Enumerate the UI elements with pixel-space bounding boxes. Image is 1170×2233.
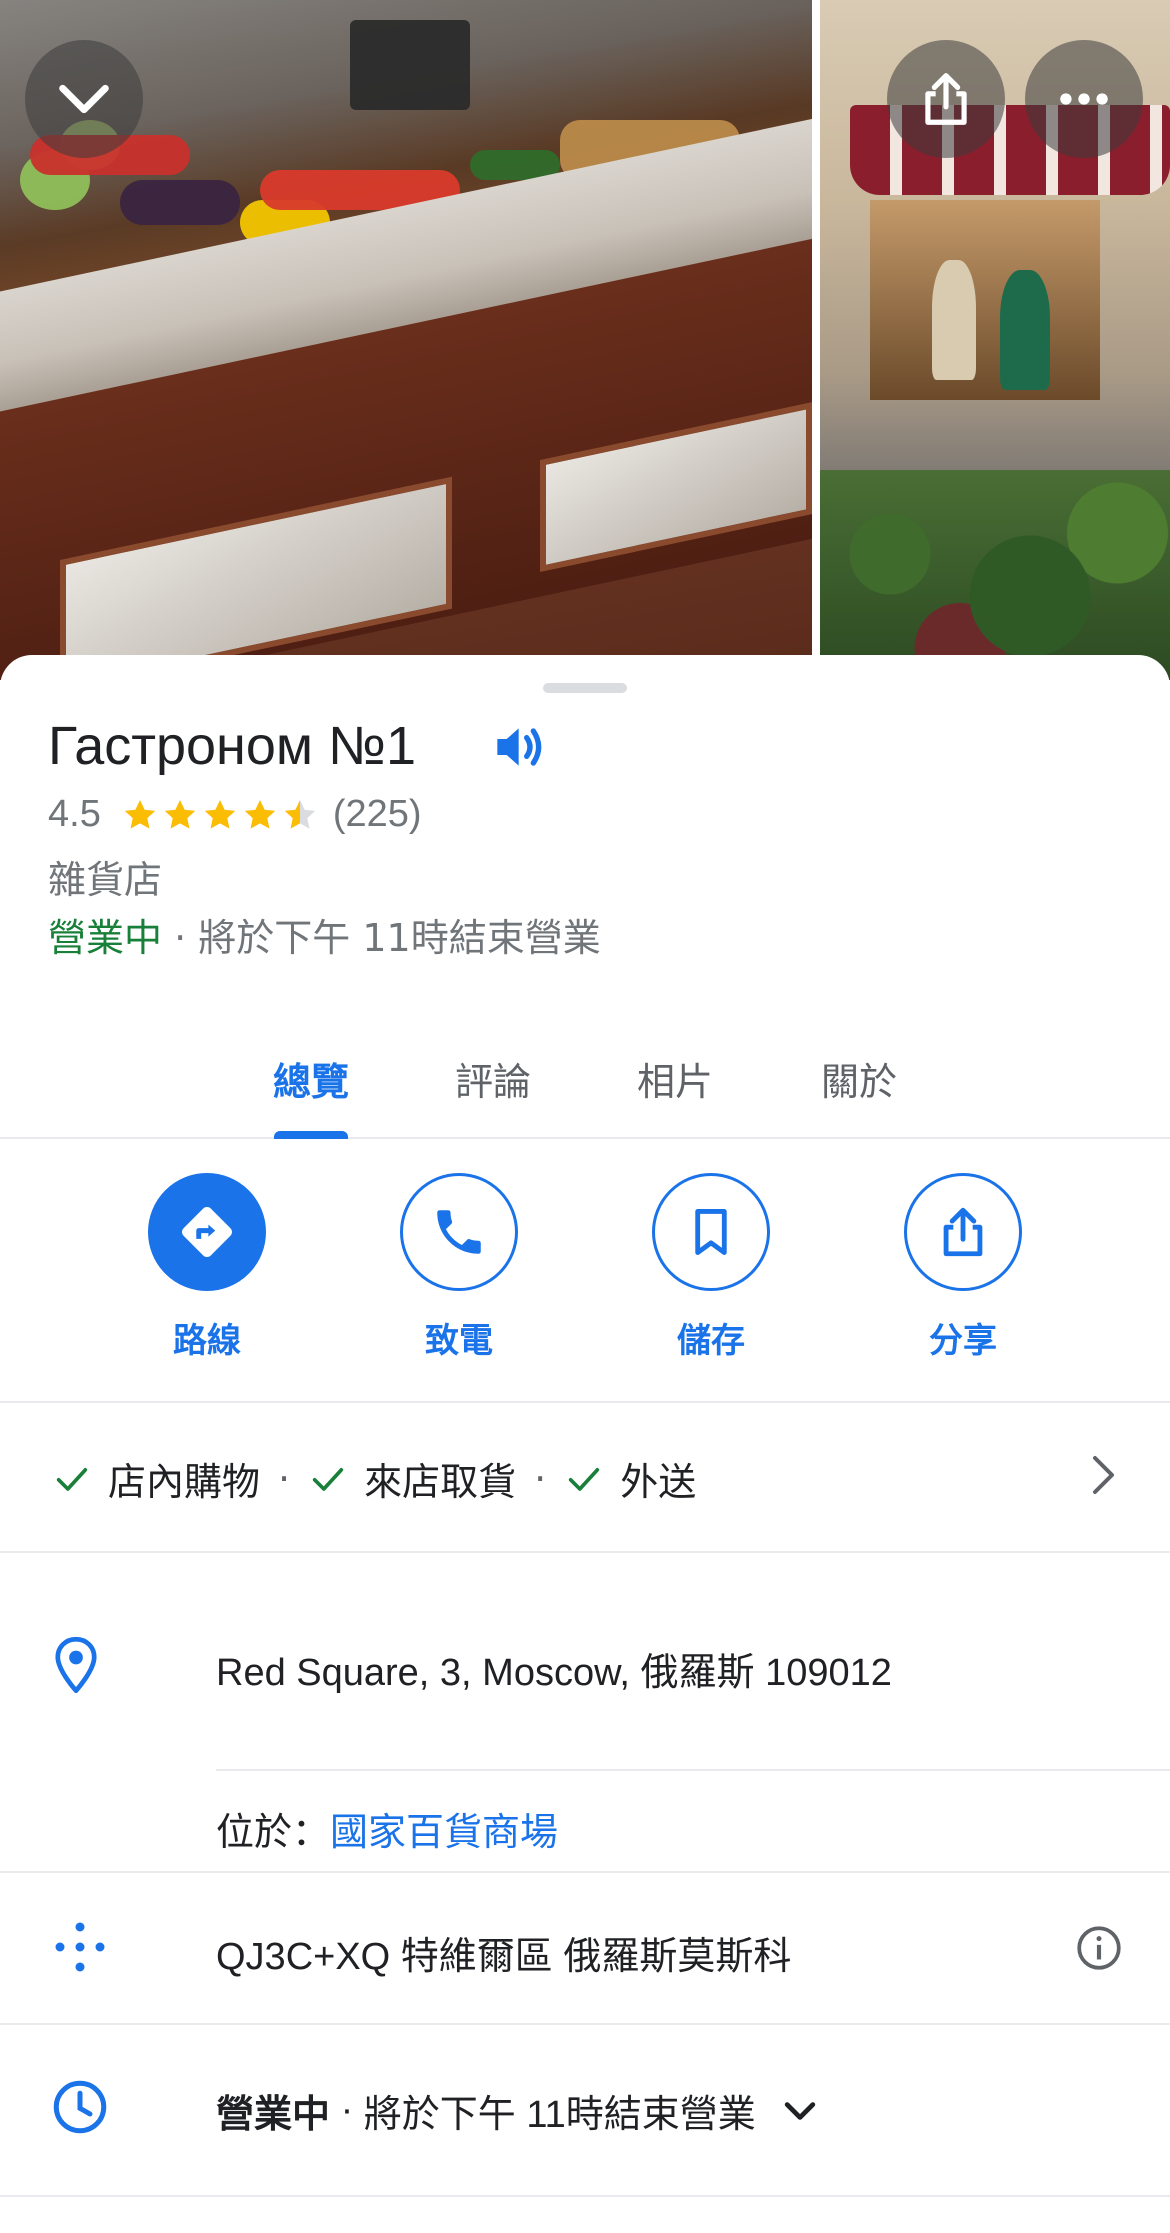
speaker-icon[interactable] xyxy=(488,715,552,779)
action-label: 分享 xyxy=(929,1321,997,1361)
review-count: (225) xyxy=(332,793,422,835)
service-item: 店內購物 xyxy=(108,1460,261,1504)
tab-photos[interactable]: 相片 xyxy=(620,1025,730,1137)
tab-label: 相片 xyxy=(636,1060,713,1104)
address-text[interactable]: Red Square, 3, Moscow, 俄羅斯 109012 xyxy=(216,1641,892,1696)
star-icon xyxy=(244,799,276,829)
closing-time: 將於下午 11時結束營業 xyxy=(198,916,601,960)
chevron-right-icon xyxy=(1093,1456,1114,1494)
save-circle xyxy=(652,1173,770,1291)
chevron-down-icon[interactable] xyxy=(778,2089,822,2133)
address-row[interactable]: Red Square, 3, Moscow, 俄羅斯 109012 位於：國家百… xyxy=(0,1553,1170,1869)
plus-code-icon xyxy=(55,1922,105,1972)
hours-summary: 營業中 · 將於下午 11時結束營業 xyxy=(216,2083,822,2138)
tab-label: 關於 xyxy=(820,1060,897,1104)
share-icon xyxy=(943,1207,983,1257)
divider xyxy=(0,2195,1170,2197)
photo-gallery[interactable] xyxy=(0,0,1170,680)
hours-separator: · xyxy=(330,2089,364,2131)
open-status: 營業中 xyxy=(48,916,163,960)
directions-circle xyxy=(148,1173,266,1291)
action-buttons: 路線 致電 儲存 分享 xyxy=(0,1139,1170,1403)
star-icon xyxy=(204,799,236,829)
directions-icon xyxy=(182,1207,232,1257)
info-icon[interactable] xyxy=(1074,1923,1124,1973)
open-status-line: 營業中 · 將於下午 11時結束營業 xyxy=(48,907,601,962)
place-category: 雜貨店 xyxy=(48,858,163,902)
tab-about[interactable]: 關於 xyxy=(804,1025,914,1137)
service-dot: · xyxy=(534,1456,547,1501)
check-icon xyxy=(569,1467,600,1491)
share-photo-button[interactable] xyxy=(887,40,1005,158)
service-item: 來店取貨 xyxy=(364,1460,517,1504)
tab-bar: 總覽 評論 相片 關於 xyxy=(0,1025,1170,1139)
rating-stars xyxy=(121,796,321,834)
plus-code-text[interactable]: QJ3C+XQ 特維爾區 俄羅斯莫斯科 xyxy=(216,1925,791,1980)
star-icon xyxy=(164,799,196,829)
status-separator: · xyxy=(162,916,199,960)
located-in: 位於：國家百貨商場 xyxy=(216,1801,558,1856)
share-circle xyxy=(904,1173,1022,1291)
located-in-label: 位於： xyxy=(216,1812,331,1854)
located-in-link[interactable]: 國家百貨商場 xyxy=(330,1812,558,1854)
save-button[interactable]: 儲存 xyxy=(611,1173,811,1362)
tab-reviews[interactable]: 評論 xyxy=(438,1025,548,1137)
check-icon xyxy=(312,1467,344,1491)
hours-closing: 將於下午 11時結束營業 xyxy=(363,2094,756,2136)
service-dot: · xyxy=(278,1456,291,1501)
service-options: 店內購物 · 來店取貨 · 外送 xyxy=(52,1451,696,1506)
plus-code-row[interactable]: QJ3C+XQ 特維爾區 俄羅斯莫斯科 xyxy=(0,1873,1170,2021)
more-options-button[interactable] xyxy=(1025,40,1143,158)
active-tab-indicator xyxy=(274,1131,348,1139)
bookmark-icon xyxy=(695,1209,727,1255)
hours-row[interactable]: 營業中 · 將於下午 11時結束營業 xyxy=(0,2025,1170,2185)
share-button[interactable]: 分享 xyxy=(863,1173,1063,1362)
phone-icon xyxy=(437,1210,481,1254)
action-label: 儲存 xyxy=(677,1321,745,1361)
chevron-down-icon xyxy=(59,84,109,114)
star-icon xyxy=(124,799,156,829)
divider xyxy=(216,1769,1170,1771)
check-icon xyxy=(56,1467,88,1491)
service-item: 外送 xyxy=(620,1460,697,1504)
service-options-row[interactable]: 店內購物 · 來店取貨 · 外送 xyxy=(0,1403,1170,1553)
share-icon xyxy=(925,73,967,125)
star-half-icon xyxy=(284,799,316,829)
call-circle xyxy=(400,1173,518,1291)
clock-icon xyxy=(53,2080,107,2134)
collapse-button[interactable] xyxy=(25,40,143,158)
tab-label: 評論 xyxy=(454,1060,531,1104)
drag-handle[interactable] xyxy=(543,683,627,693)
rating-row[interactable]: 4.5 (225) xyxy=(48,793,422,836)
photo-divider xyxy=(812,0,820,680)
action-label: 路線 xyxy=(173,1321,241,1361)
hours-open-status: 營業中 xyxy=(216,2094,331,2136)
place-details-sheet: Гастроном №1 4.5 (225) 雜貨店 營業中 · 將於下午 11… xyxy=(0,655,1170,2233)
directions-button[interactable]: 路線 xyxy=(107,1173,307,1362)
more-horizontal-icon xyxy=(1060,93,1108,105)
place-title: Гастроном №1 xyxy=(48,716,416,776)
call-button[interactable]: 致電 xyxy=(359,1173,559,1362)
action-label: 致電 xyxy=(425,1321,493,1361)
tab-label: 總覽 xyxy=(272,1060,349,1104)
location-pin-icon xyxy=(55,1636,97,1694)
rating-value: 4.5 xyxy=(48,793,101,835)
tab-overview[interactable]: 總覽 xyxy=(256,1025,366,1139)
